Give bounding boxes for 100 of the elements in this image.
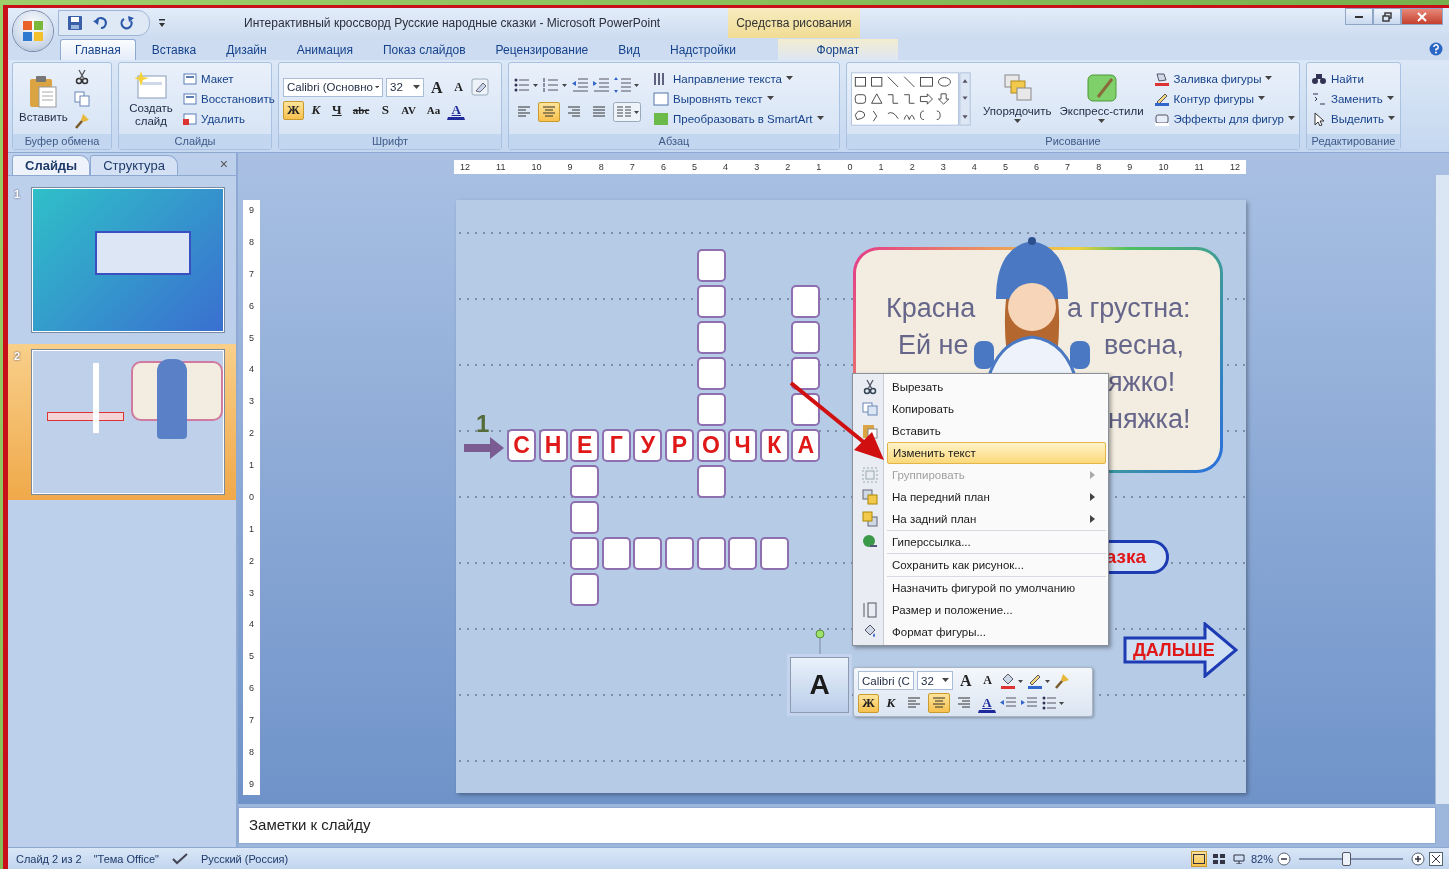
copy-icon[interactable] xyxy=(73,90,90,107)
ribbon-button[interactable]: Найти xyxy=(1311,71,1364,86)
zoom-in-icon[interactable] xyxy=(1411,851,1425,866)
font-size-dropdown[interactable]: 32 xyxy=(917,671,953,690)
crossword-cell[interactable] xyxy=(791,285,821,318)
clear-formatting-icon[interactable] xyxy=(470,78,489,96)
crossword-letter[interactable]: О xyxy=(696,429,726,462)
crossword-cell[interactable] xyxy=(791,357,821,390)
crossword-cell[interactable] xyxy=(570,537,600,570)
font-format-button[interactable]: Ж xyxy=(858,693,879,713)
close-panel-button[interactable]: × xyxy=(219,156,228,172)
ribbon-button[interactable]: Преобразовать в SmartArt xyxy=(653,111,824,126)
menu-item[interactable]: Формат фигуры... xyxy=(855,621,1106,643)
format-painter-icon[interactable] xyxy=(1053,672,1070,689)
ribbon-tab[interactable]: Дизайн xyxy=(212,39,281,60)
fill-color-icon[interactable] xyxy=(999,671,1024,690)
crossword-cell[interactable] xyxy=(570,501,600,534)
crossword-cell[interactable] xyxy=(791,321,821,354)
ribbon-button[interactable]: Направление текста xyxy=(653,71,793,86)
save-icon[interactable] xyxy=(67,15,83,31)
crossword-cell[interactable] xyxy=(570,465,600,498)
zoom-slider-thumb[interactable] xyxy=(1341,851,1351,866)
crossword-letter[interactable]: К xyxy=(759,429,789,462)
language-indicator[interactable]: Русский (Россия) xyxy=(200,852,289,865)
vertical-scrollbar[interactable] xyxy=(1435,175,1449,804)
crossword-letter[interactable]: Р xyxy=(664,429,694,462)
new-slide-button[interactable]: Создать слайд xyxy=(123,67,179,130)
crossword-cell[interactable] xyxy=(728,537,758,570)
slide-thumbnail[interactable] xyxy=(32,188,224,332)
font-name-dropdown[interactable]: Calibri (Основно xyxy=(283,77,383,97)
font-format-button[interactable]: К xyxy=(306,100,325,120)
line-spacing-icon[interactable] xyxy=(613,75,639,94)
rotation-handle[interactable] xyxy=(815,629,825,657)
ribbon-tab[interactable]: Вид xyxy=(604,39,654,60)
crossword-letter[interactable]: С xyxy=(507,429,536,462)
crossword-cell[interactable] xyxy=(696,249,726,282)
font-format-button[interactable]: Ж xyxy=(283,100,304,120)
font-format-button[interactable]: S xyxy=(376,100,395,120)
ribbon-button[interactable]: Выровнять текст xyxy=(653,91,774,106)
font-format-button[interactable]: A xyxy=(447,100,466,120)
crossword-cell[interactable] xyxy=(664,537,694,570)
slide-thumbnail[interactable] xyxy=(32,350,224,494)
menu-item[interactable]: Сохранить как рисунок... xyxy=(887,553,1106,576)
font-format-button[interactable]: abc xyxy=(348,100,374,120)
ribbon-button[interactable]: Выделить xyxy=(1311,111,1396,126)
crossword-cell[interactable] xyxy=(570,573,600,606)
crossword-cell[interactable] xyxy=(696,321,726,354)
next-arrow-button[interactable]: ДАЛЬШЕ xyxy=(1123,622,1238,678)
close-button[interactable] xyxy=(1401,8,1443,25)
font-format-button[interactable]: К xyxy=(881,693,900,713)
crossword-cell[interactable] xyxy=(601,537,631,570)
shrink-font-button[interactable]: A xyxy=(449,77,468,97)
shrink-font-button[interactable]: A xyxy=(978,671,997,690)
ribbon-tab[interactable]: Вставка xyxy=(137,39,211,60)
ribbon-button[interactable]: Макет xyxy=(183,71,234,86)
ribbon-tab[interactable]: Надстройки xyxy=(656,39,750,60)
bullets-icon[interactable] xyxy=(1040,695,1065,711)
ribbon-tab[interactable]: Рецензирование xyxy=(481,39,603,60)
menu-item[interactable]: На задний план xyxy=(855,508,1106,530)
decrease-indent-icon[interactable] xyxy=(571,75,589,94)
menu-item[interactable]: Копировать xyxy=(855,398,1106,420)
redo-icon[interactable] xyxy=(119,15,135,31)
spell-check-icon[interactable] xyxy=(170,851,189,866)
notes-field[interactable]: Заметки к слайду xyxy=(238,807,1436,844)
panel-tab[interactable]: Слайды xyxy=(12,155,91,175)
ribbon-tab[interactable]: Анимация xyxy=(282,39,367,60)
arrange-button[interactable]: Упорядочить xyxy=(981,71,1054,126)
font-name-dropdown[interactable]: Calibri (С xyxy=(858,671,914,690)
ribbon-button[interactable]: Заливка фигуры xyxy=(1153,71,1273,86)
ribbon-button[interactable]: Заменить xyxy=(1311,91,1394,106)
ribbon-button[interactable]: Восстановить xyxy=(183,91,275,106)
zoom-level[interactable]: 82% xyxy=(1250,852,1273,865)
cut-icon[interactable] xyxy=(73,68,90,85)
menu-item[interactable]: Вырезать xyxy=(855,376,1106,398)
crossword-cell[interactable] xyxy=(696,357,726,390)
font-color-button[interactable]: A xyxy=(977,693,996,713)
font-format-button[interactable]: Aa xyxy=(422,100,445,120)
crossword-letter[interactable]: У xyxy=(633,429,663,462)
text-box[interactable]: A xyxy=(790,657,849,713)
menu-item[interactable]: Вставить xyxy=(855,420,1106,442)
align-button[interactable] xyxy=(538,101,560,122)
ribbon-tab[interactable]: Главная xyxy=(60,39,136,60)
crossword-cell[interactable] xyxy=(696,537,726,570)
font-size-dropdown[interactable]: 32 xyxy=(386,77,424,97)
ribbon-button[interactable]: Контур фигуры xyxy=(1153,91,1265,106)
format-painter-icon[interactable] xyxy=(73,112,90,129)
ribbon-tab[interactable]: Показ слайдов xyxy=(369,39,480,60)
menu-item[interactable]: Размер и положение... xyxy=(855,599,1106,621)
crossword-letter[interactable]: Е xyxy=(570,429,600,462)
crossword-cell[interactable] xyxy=(696,393,726,426)
crossword-letter[interactable]: Г xyxy=(601,429,631,462)
help-icon[interactable] xyxy=(1429,42,1443,56)
ribbon-tab[interactable]: Формат xyxy=(777,39,898,60)
crossword-cell[interactable] xyxy=(696,285,726,318)
restore-button[interactable] xyxy=(1373,8,1401,25)
crossword-cell[interactable] xyxy=(696,465,726,498)
crossword-letter[interactable]: Ч xyxy=(728,429,758,462)
menu-item[interactable]: На передний план xyxy=(855,486,1106,508)
grow-font-button[interactable]: A xyxy=(427,77,447,97)
ribbon-button[interactable]: Эффекты для фигур xyxy=(1153,111,1295,126)
